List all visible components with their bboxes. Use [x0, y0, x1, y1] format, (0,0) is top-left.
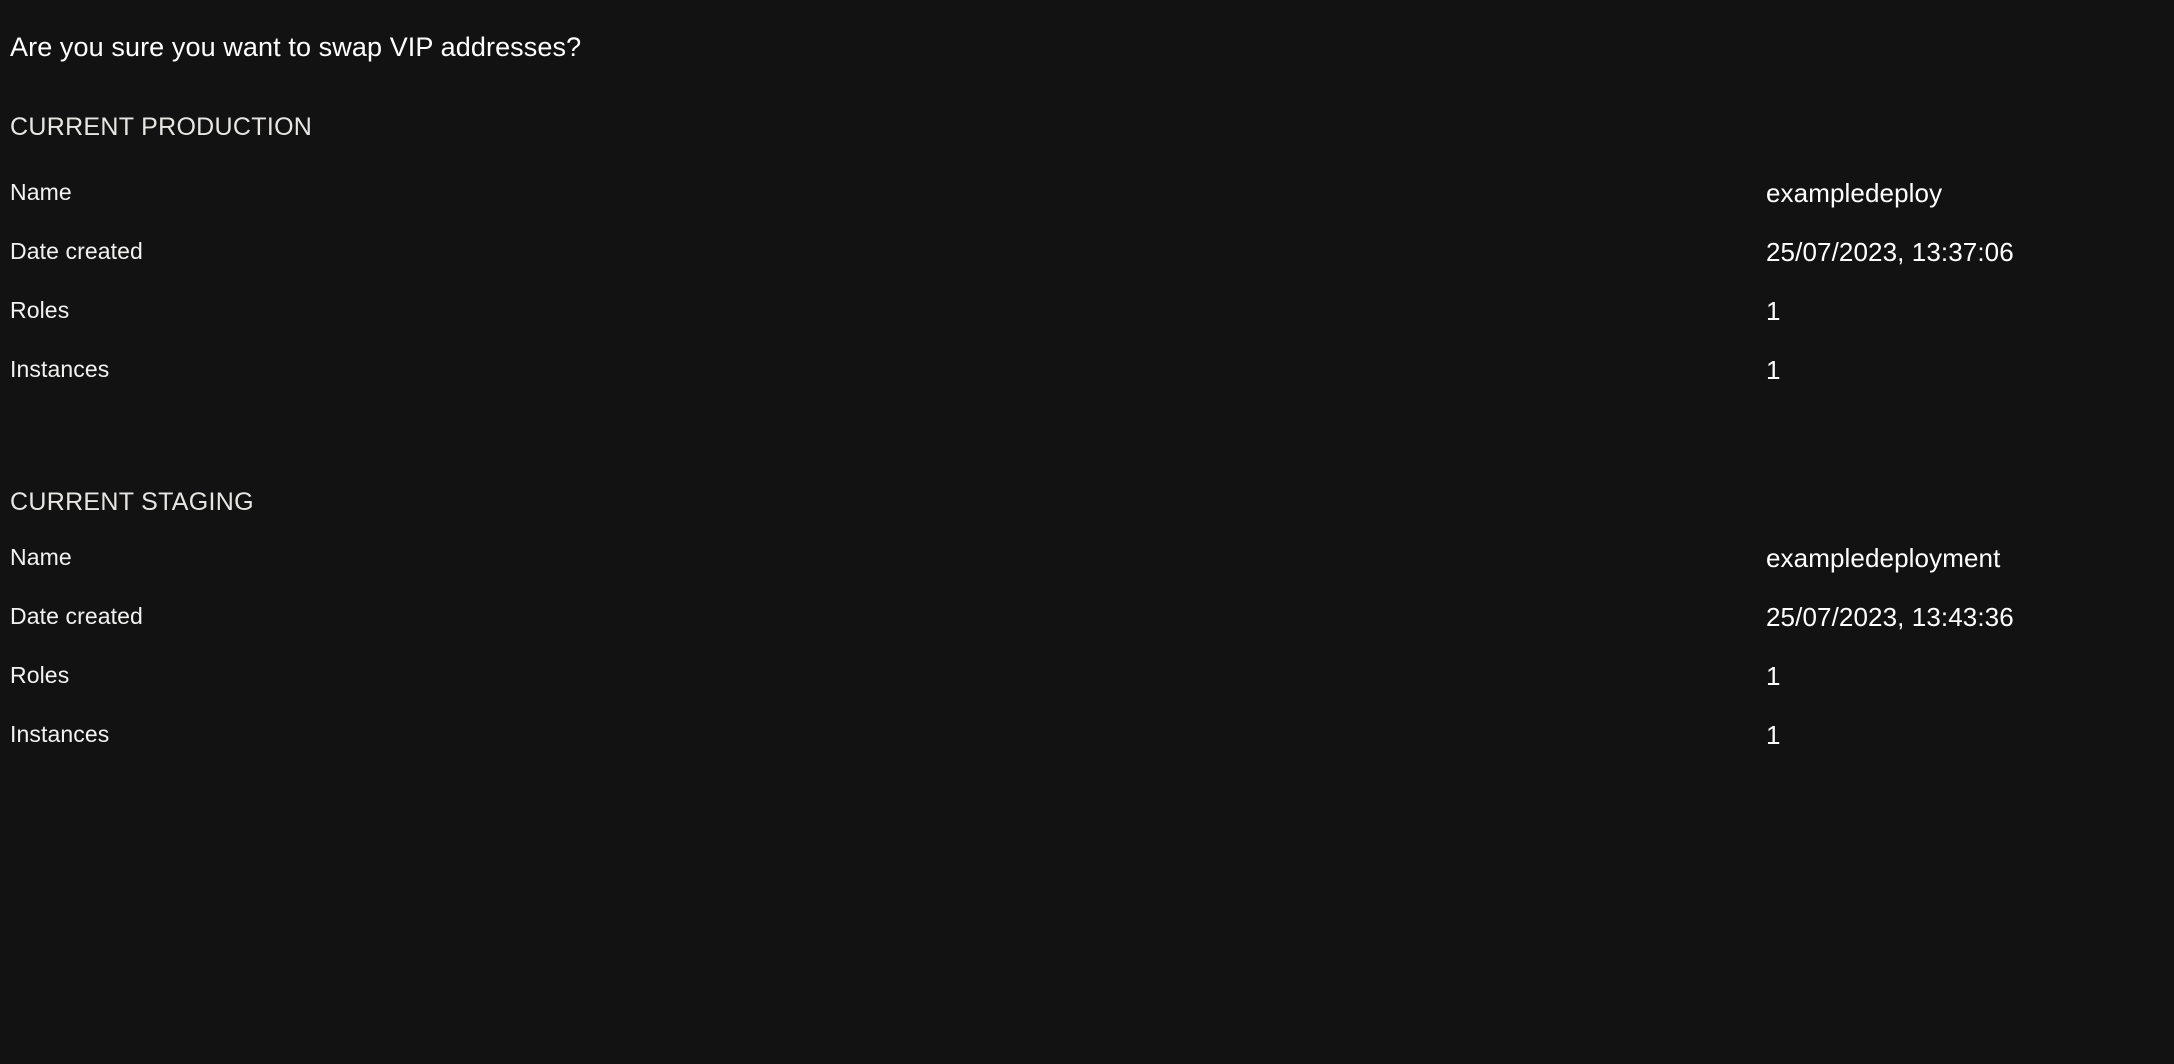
property-value-instances: 1: [1766, 720, 1781, 751]
table-row: Instances 1: [10, 720, 2174, 781]
table-row: Instances 1: [10, 355, 2174, 416]
table-row: Roles 1: [10, 296, 2174, 357]
property-label-instances: Instances: [10, 721, 110, 748]
property-label-roles: Roles: [10, 297, 70, 324]
property-value-roles: 1: [1766, 296, 1781, 327]
confirmation-question: Are you sure you want to swap VIP addres…: [10, 32, 582, 62]
property-value-date-created: 25/07/2023, 13:43:36: [1766, 602, 2014, 633]
table-row: Name exampledeployment: [10, 543, 2174, 604]
property-label-name: Name: [10, 544, 72, 571]
section-current-staging: CURRENT STAGING Name exampledeployment D…: [0, 490, 2174, 781]
table-row: Roles 1: [10, 661, 2174, 722]
property-label-name: Name: [10, 179, 72, 206]
table-row: Date created 25/07/2023, 13:37:06: [10, 237, 2174, 298]
section-current-production: CURRENT PRODUCTION Name exampledeploy Da…: [0, 115, 2174, 416]
property-value-instances: 1: [1766, 355, 1781, 386]
section-title-current-staging: CURRENT STAGING: [10, 488, 254, 517]
table-row: Name exampledeploy: [10, 178, 2174, 239]
staging-properties-table: Name exampledeployment Date created 25/0…: [10, 543, 2174, 781]
table-row: Date created 25/07/2023, 13:43:36: [10, 602, 2174, 663]
production-properties-table: Name exampledeploy Date created 25/07/20…: [10, 178, 2174, 416]
property-value-date-created: 25/07/2023, 13:37:06: [1766, 237, 2014, 268]
property-label-date-created: Date created: [10, 603, 143, 630]
property-label-roles: Roles: [10, 662, 70, 689]
property-label-date-created: Date created: [10, 238, 143, 265]
property-value-name: exampledeployment: [1766, 543, 2001, 574]
property-label-instances: Instances: [10, 356, 110, 383]
property-value-roles: 1: [1766, 661, 1781, 692]
section-title-current-production: CURRENT PRODUCTION: [10, 113, 313, 142]
swap-vip-confirmation-dialog: Are you sure you want to swap VIP addres…: [0, 0, 2174, 781]
property-value-name: exampledeploy: [1766, 178, 1943, 209]
